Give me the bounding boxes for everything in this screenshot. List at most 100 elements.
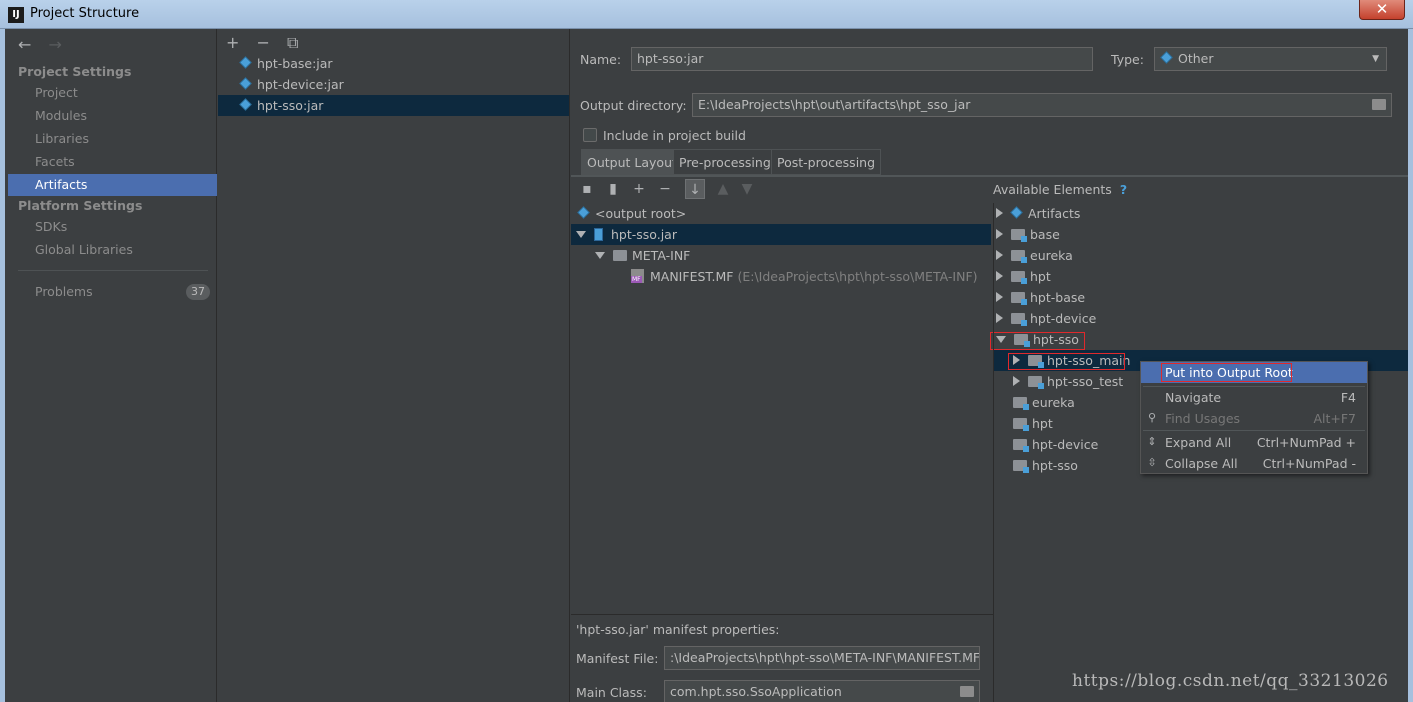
available-row[interactable]: eureka [1013,392,1075,413]
nav-item-problems[interactable]: Problems 37 [8,281,217,303]
expand-arrow-icon[interactable] [996,271,1003,281]
move-down-icon[interactable]: ▼ [737,179,757,199]
highlight-box [1161,363,1292,382]
available-row[interactable]: hpt-device [1013,434,1098,455]
highlight-box [1008,353,1125,370]
artifact-icon [240,78,252,90]
manifest-heading: 'hpt-sso.jar' manifest properties: [576,622,780,637]
available-elements-label: Available Elements [993,182,1112,197]
tree-row-label: META-INF [632,248,691,263]
new-directory-icon[interactable]: ▪ [577,179,597,199]
available-row[interactable]: eureka [996,245,1073,266]
output-directory-value: E:\IdeaProjects\hpt\out\artifacts\hpt_ss… [698,97,971,112]
nav-item-facets[interactable]: Facets [8,151,217,173]
remove-icon[interactable]: − [655,179,675,199]
available-row-label: hpt [1030,269,1051,284]
available-row-label: Artifacts [1028,206,1081,221]
splitter[interactable] [993,203,994,702]
available-row[interactable]: base [996,224,1060,245]
chevron-down-icon: ▼ [1372,54,1379,64]
type-dropdown[interactable]: Other ▼ [1154,47,1387,71]
nav-item-modules[interactable]: Modules [8,105,217,127]
forward-arrow-icon[interactable]: → [49,35,62,54]
project-settings-heading: Project Settings [18,64,132,79]
type-icon [1161,52,1173,64]
menu-shortcut: Ctrl+NumPad + [1256,435,1356,450]
artifact-list-panel: + − ⧉ hpt-base:jar hpt-device:jar hpt-ss… [218,29,570,702]
main-class-value: com.hpt.sso.SsoApplication [670,684,842,699]
add-artifact-button[interactable]: + [226,33,239,52]
tree-row-output-root[interactable]: <output root> [578,203,686,224]
copy-artifact-button[interactable]: ⧉ [287,33,298,52]
available-row-label: base [1030,227,1060,242]
settings-nav: ← → Project Settings Project Modules Lib… [8,29,217,702]
folder-icon [613,250,627,261]
manifest-properties-panel: 'hpt-sso.jar' manifest properties: Manif… [571,614,993,702]
nav-item-project[interactable]: Project [8,82,217,104]
tab-output-layout[interactable]: Output Layout [581,149,683,175]
expand-arrow-icon[interactable] [996,208,1003,218]
menu-item-collapse-all[interactable]: ⇳ Collapse All Ctrl+NumPad - [1141,453,1367,474]
available-row[interactable]: hpt-base [996,287,1085,308]
menu-item-navigate[interactable]: Navigate F4 [1141,387,1367,408]
name-label: Name: [580,52,622,67]
browse-folder-icon[interactable] [960,686,974,697]
main-class-field[interactable]: com.hpt.sso.SsoApplication [664,680,980,702]
help-icon[interactable]: ? [1120,182,1127,197]
tab-post-processing[interactable]: Post-processing [771,149,882,175]
menu-item-expand-all[interactable]: ⇕ Expand All Ctrl+NumPad + [1141,432,1367,453]
available-row[interactable]: hpt [1013,413,1053,434]
tree-row-label: MANIFEST.MF [650,269,734,284]
expand-arrow-icon[interactable] [996,292,1003,302]
problems-count-badge: 37 [186,284,210,300]
expand-arrow-icon[interactable] [996,229,1003,239]
remove-artifact-button[interactable]: − [257,33,270,52]
available-row[interactable]: hpt [996,266,1051,287]
tree-row-meta-inf[interactable]: META-INF [595,245,690,266]
expand-arrow-icon[interactable] [996,250,1003,260]
available-row[interactable]: hpt-sso [1013,455,1078,476]
artifact-item-selected[interactable]: hpt-sso:jar [218,95,569,116]
move-up-icon[interactable]: ▲ [713,179,733,199]
module-folder-icon [1028,376,1044,389]
tree-row-jar[interactable]: hpt-sso.jar [571,224,991,245]
nav-item-artifacts[interactable]: Artifacts [8,174,217,196]
artifact-item[interactable]: hpt-device:jar [218,74,569,95]
problems-label: Problems [35,284,93,299]
add-icon[interactable]: + [629,179,649,199]
available-row[interactable]: hpt-device [996,308,1096,329]
available-row[interactable]: hpt-sso_test [1013,371,1123,392]
tab-pre-processing[interactable]: Pre-processing [673,149,777,175]
nav-item-global-libraries[interactable]: Global Libraries [8,239,217,261]
close-button[interactable]: ✕ [1359,0,1405,20]
artifact-item[interactable]: hpt-base:jar [218,53,569,74]
nav-item-libraries[interactable]: Libraries [8,128,217,150]
browse-folder-icon[interactable] [1372,99,1386,110]
tree-row-manifest[interactable]: MANIFEST.MF (E:\IdeaProjects\hpt\hpt-sso… [631,266,978,287]
module-folder-icon [1013,439,1029,452]
nav-item-sdks[interactable]: SDKs [8,216,217,238]
window-title: Project Structure [30,6,140,21]
expand-arrow-icon[interactable] [1013,376,1020,386]
available-row-label: eureka [1032,395,1075,410]
title-bar: IJ Project Structure ✕ [0,0,1413,29]
available-row-label: hpt-sso [1032,458,1078,473]
menu-item-label: Navigate [1165,390,1222,405]
archive-icon[interactable]: ▮ [603,179,623,199]
expand-arrow-icon[interactable] [595,252,605,259]
output-directory-field[interactable]: E:\IdeaProjects\hpt\out\artifacts\hpt_ss… [692,93,1392,117]
expand-arrow-icon[interactable] [996,313,1003,323]
include-in-build-checkbox[interactable] [583,128,597,142]
name-field[interactable]: hpt-sso:jar [631,47,1093,71]
menu-item-label: Find Usages [1165,411,1241,426]
menu-item-find-usages[interactable]: ⚲ Find Usages Alt+F7 [1141,408,1367,429]
tab-underline [571,175,1408,177]
manifest-path: (E:\IdeaProjects\hpt\hpt-sso\META-INF) [737,269,978,284]
available-row[interactable]: Artifacts [996,203,1080,224]
expand-arrow-icon[interactable] [576,231,586,238]
back-arrow-icon[interactable]: ← [18,35,31,54]
manifest-file-field[interactable]: :\IdeaProjects\hpt\hpt-sso\META-INF\MANI… [664,646,980,670]
sort-icon[interactable]: ↓ [685,179,705,199]
available-row-label: eureka [1030,248,1073,263]
dialog-body: ← → Project Settings Project Modules Lib… [5,29,1408,702]
